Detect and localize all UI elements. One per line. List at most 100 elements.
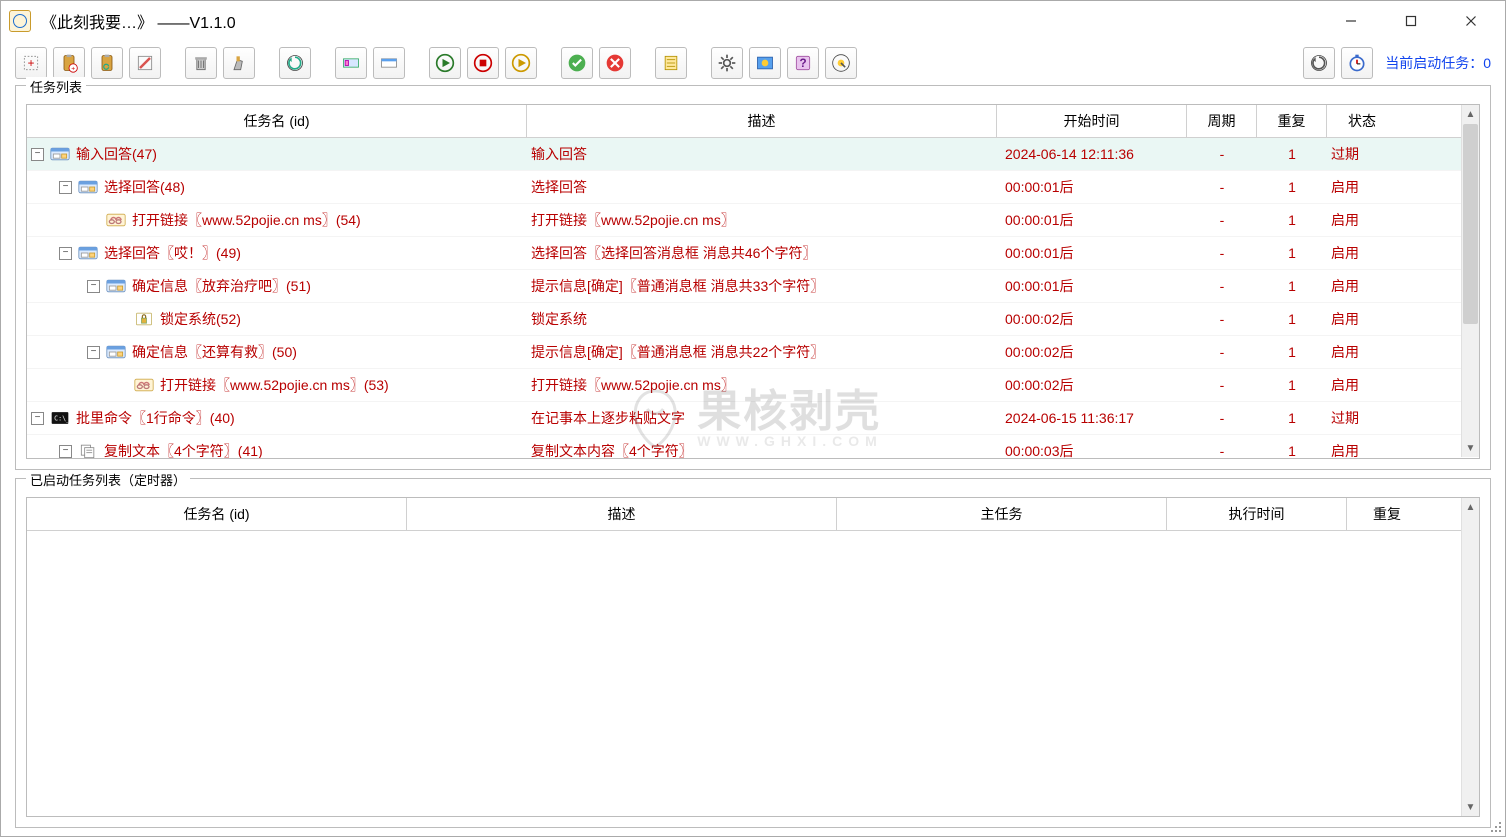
col-cycle[interactable]: 周期	[1187, 105, 1257, 137]
row-desc: 打开链接〖www.52pojie.cn ms〗	[527, 375, 997, 395]
col-repeat[interactable]: 重复	[1257, 105, 1327, 137]
tool-paste-refresh-button[interactable]	[91, 47, 123, 79]
tasks-section: 任务列表 任务名 (id) 描述 开始时间 周期 重复 状态 −输入回答(47)…	[15, 85, 1491, 470]
lock-icon	[134, 311, 154, 327]
table-row[interactable]: −C:\_批里命令〖1行命令〗(40)在记事本上逐步粘贴文字2024-06-15…	[27, 402, 1461, 435]
rcol-repeat[interactable]: 重复	[1347, 498, 1427, 530]
scroll-down-icon[interactable]: ▼	[1462, 798, 1479, 816]
tasks-rows[interactable]: −输入回答(47)输入回答2024-06-14 12:11:36-1过期−选择回…	[27, 138, 1461, 458]
scroll-down-icon[interactable]: ▼	[1462, 439, 1479, 457]
tool-exit-button[interactable]	[825, 47, 857, 79]
rcol-desc[interactable]: 描述	[407, 498, 837, 530]
tool-help-button[interactable]: ?	[787, 47, 819, 79]
scroll-up-icon[interactable]: ▲	[1462, 105, 1479, 123]
table-row[interactable]: −确定信息〖放弃治疗吧〗(51)提示信息[确定]〖普通消息框 消息共33个字符〗…	[27, 270, 1461, 303]
row-name: 输入回答(47)	[76, 144, 157, 164]
row-repeat: 1	[1257, 179, 1327, 195]
tool-settings-button[interactable]	[711, 47, 743, 79]
tool-paste-add-button[interactable]: +	[53, 47, 85, 79]
row-cycle: -	[1187, 443, 1257, 458]
tasks-scrollbar[interactable]: ▲ ▼	[1461, 105, 1479, 457]
resize-grip-icon[interactable]	[1489, 820, 1503, 834]
tool-notes-button[interactable]	[655, 47, 687, 79]
row-name: 确定信息〖还算有救〗(50)	[132, 342, 297, 362]
row-start: 00:00:02后	[997, 309, 1187, 329]
table-row[interactable]: 打开链接〖www.52pojie.cn ms〗(54)打开链接〖www.52po…	[27, 204, 1461, 237]
tasks-header: 任务名 (id) 描述 开始时间 周期 重复 状态	[27, 105, 1461, 138]
form-icon	[78, 245, 98, 261]
row-cycle: -	[1187, 278, 1257, 294]
tool-timer-button[interactable]	[1341, 47, 1373, 79]
window-controls	[1321, 1, 1501, 41]
tool-clear-button[interactable]	[223, 47, 255, 79]
table-row[interactable]: −确定信息〖还算有救〗(50)提示信息[确定]〖普通消息框 消息共22个字符〗0…	[27, 336, 1461, 369]
tool-history-button[interactable]	[1303, 47, 1335, 79]
app-window: 《此刻我要…》 ——V1.1.0 + +	[0, 0, 1506, 837]
row-repeat: 1	[1257, 278, 1327, 294]
col-name[interactable]: 任务名 (id)	[27, 105, 527, 137]
maximize-button[interactable]	[1381, 1, 1441, 41]
table-row[interactable]: 打开链接〖www.52pojie.cn ms〗(53)打开链接〖www.52po…	[27, 369, 1461, 402]
tree-toggle[interactable]: −	[31, 148, 44, 161]
row-desc: 选择回答〖选择回答消息框 消息共46个字符〗	[527, 243, 997, 263]
running-legend: 已启动任务列表（定时器）	[26, 470, 190, 489]
toolbar-right: 当前启动任务：0	[1303, 47, 1491, 79]
window-title: 《此刻我要…》 ——V1.1.0	[41, 9, 236, 33]
link-icon	[106, 212, 126, 228]
table-row[interactable]: −输入回答(47)输入回答2024-06-14 12:11:36-1过期	[27, 138, 1461, 171]
tool-options-2-button[interactable]	[373, 47, 405, 79]
running-task-value: 0	[1483, 55, 1491, 71]
table-row[interactable]: 锁定系统(52)锁定系统00:00:02后-1启用	[27, 303, 1461, 336]
toolbar: + +	[1, 41, 1505, 85]
row-desc: 选择回答	[527, 177, 997, 197]
col-status[interactable]: 状态	[1327, 105, 1397, 137]
rcol-main[interactable]: 主任务	[837, 498, 1167, 530]
link-icon	[134, 377, 154, 393]
tool-options-1-button[interactable]	[335, 47, 367, 79]
svg-text:+: +	[71, 66, 75, 73]
row-status: 启用	[1327, 375, 1397, 395]
row-start: 00:00:01后	[997, 276, 1187, 296]
running-scrollbar[interactable]: ▲ ▼	[1461, 498, 1479, 816]
form-icon	[106, 278, 126, 294]
tool-delete-button[interactable]	[185, 47, 217, 79]
tool-ok-button[interactable]	[561, 47, 593, 79]
table-row[interactable]: −选择回答(48)选择回答00:00:01后-1启用	[27, 171, 1461, 204]
minimize-button[interactable]	[1321, 1, 1381, 41]
rcol-time[interactable]: 执行时间	[1167, 498, 1347, 530]
tool-play-button[interactable]	[429, 47, 461, 79]
tasks-legend: 任务列表	[26, 77, 86, 96]
table-row[interactable]: −复制文本〖4个字符〗(41)复制文本内容〖4个字符〗00:00:03后-1启用	[27, 435, 1461, 458]
row-cycle: -	[1187, 410, 1257, 426]
running-header: 任务名 (id) 描述 主任务 执行时间 重复	[27, 498, 1461, 531]
tool-new-task-button[interactable]: +	[15, 47, 47, 79]
table-row[interactable]: −选择回答〖哎！〗(49)选择回答〖选择回答消息框 消息共46个字符〗00:00…	[27, 237, 1461, 270]
tool-refresh-button[interactable]	[279, 47, 311, 79]
tree-toggle[interactable]: −	[87, 280, 100, 293]
tree-toggle[interactable]: −	[31, 412, 44, 425]
tree-toggle[interactable]: −	[59, 247, 72, 260]
running-task-label: 当前启动任务：	[1385, 55, 1483, 71]
tool-play-alt-button[interactable]	[505, 47, 537, 79]
row-start: 00:00:01后	[997, 243, 1187, 263]
tree-toggle[interactable]: −	[59, 445, 72, 458]
col-start[interactable]: 开始时间	[997, 105, 1187, 137]
tool-stop-button[interactable]	[467, 47, 499, 79]
tool-cancel-button[interactable]	[599, 47, 631, 79]
row-name: 打开链接〖www.52pojie.cn ms〗(54)	[132, 210, 361, 230]
tree-toggle[interactable]: −	[59, 181, 72, 194]
running-listview: 任务名 (id) 描述 主任务 执行时间 重复 ▲ ▼	[26, 497, 1480, 817]
row-desc: 复制文本内容〖4个字符〗	[527, 441, 997, 458]
scroll-up-icon[interactable]: ▲	[1462, 498, 1479, 516]
rcol-name[interactable]: 任务名 (id)	[27, 498, 407, 530]
row-repeat: 1	[1257, 377, 1327, 393]
form-icon	[78, 179, 98, 195]
row-repeat: 1	[1257, 443, 1327, 458]
close-button[interactable]	[1441, 1, 1501, 41]
row-repeat: 1	[1257, 344, 1327, 360]
tool-color-button[interactable]	[749, 47, 781, 79]
scroll-thumb[interactable]	[1463, 124, 1478, 324]
col-desc[interactable]: 描述	[527, 105, 997, 137]
tool-edit-button[interactable]	[129, 47, 161, 79]
tree-toggle[interactable]: −	[87, 346, 100, 359]
